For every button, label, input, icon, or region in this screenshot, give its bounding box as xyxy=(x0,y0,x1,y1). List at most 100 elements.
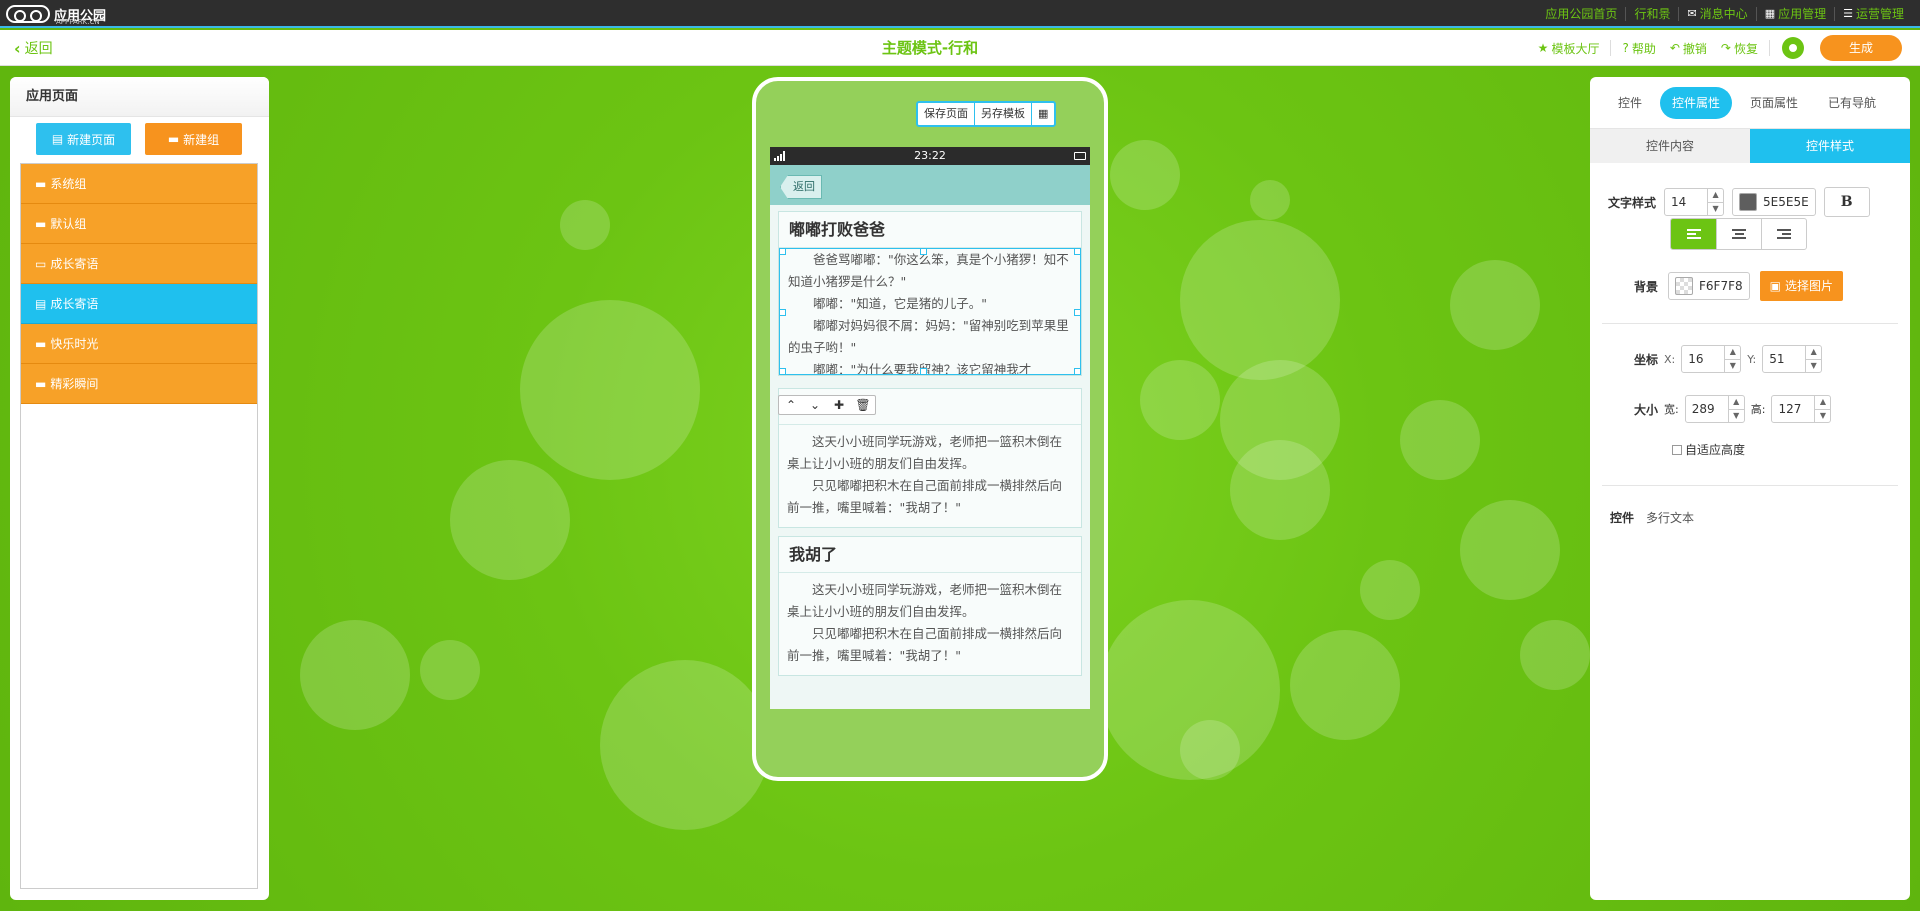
nav-app-manage-link[interactable]: ▦ 应用管理 xyxy=(1755,7,1834,21)
resize-handle[interactable] xyxy=(1074,249,1080,255)
save-template-button[interactable]: 另存模板 xyxy=(974,103,1031,125)
divider xyxy=(1610,40,1612,56)
subtab-style[interactable]: 控件样式 xyxy=(1750,129,1910,163)
x-stepper[interactable]: 16 ▲ ▼ xyxy=(1681,345,1742,373)
card-title: 我胡了 xyxy=(779,537,1081,573)
signal-icon xyxy=(774,151,785,161)
nav-scene-link[interactable]: 行和景 xyxy=(1625,7,1678,21)
redo-button[interactable]: ↷ 恢复 xyxy=(1714,40,1765,57)
page-tree-item[interactable]: ▬ 默认组 xyxy=(21,204,257,244)
bold-toggle[interactable]: B xyxy=(1823,187,1870,217)
text-style-label: 文字样式 xyxy=(1608,195,1657,210)
page-tree-item[interactable]: ▬ 系统组 xyxy=(21,164,257,204)
resize-handle[interactable] xyxy=(780,368,786,374)
properties-panel: 控件 控件属性 页面属性 已有导航 控件内容 控件样式 文字样式 14 ▲ ▼ 5… xyxy=(1590,77,1910,900)
undo-button[interactable]: ↶ 撤销 xyxy=(1663,40,1714,57)
logo-mark-icon xyxy=(6,5,50,23)
watermark: 头条号 / 木已成舟 xyxy=(1656,868,1900,901)
app-navbar: 返回 xyxy=(770,165,1090,205)
tab-control-properties[interactable]: 控件属性 xyxy=(1660,86,1733,119)
save-page-button[interactable]: 保存页面 xyxy=(918,103,974,125)
background-label: 背景 xyxy=(1634,279,1659,294)
image-icon: ▣ xyxy=(1769,279,1781,293)
resize-handle[interactable] xyxy=(780,309,786,316)
height-stepper[interactable]: 127 ▲ ▼ xyxy=(1771,395,1832,423)
generate-button[interactable]: 生成 xyxy=(1820,35,1902,61)
undo-icon: ↶ xyxy=(1669,41,1680,55)
folder-icon: ▬ xyxy=(35,336,47,351)
trash-icon[interactable]: 🗑 xyxy=(851,396,875,414)
control-label: 控件 xyxy=(1610,511,1635,525)
resize-handle[interactable] xyxy=(1074,309,1080,316)
pick-image-button[interactable]: ▣ 选择图片 xyxy=(1759,271,1843,301)
property-tabs: 控件 控件属性 页面属性 已有导航 xyxy=(1590,77,1910,129)
app-pages-panel: 应用页面 ▤ 新建页面 ▬ 新建组 ▬ 系统组 ▬ 默认组 ▭ 成长寄语 ▤ 成长寄语 ▬ 快… xyxy=(10,77,269,900)
move-up-icon[interactable]: ⌃ xyxy=(779,396,803,414)
align-left-button[interactable] xyxy=(1671,219,1716,249)
decrement-icon[interactable]: ▼ xyxy=(1729,410,1744,423)
resize-handle[interactable] xyxy=(780,249,786,255)
folder-icon: ▬ xyxy=(167,132,180,146)
folder-icon: ▬ xyxy=(35,176,47,191)
page-tree: ▬ 系统组 ▬ 默认组 ▭ 成长寄语 ▤ 成长寄语 ▬ 快乐时光 ▬ 精彩瞬间 xyxy=(20,163,258,889)
folder-open-icon: ▭ xyxy=(35,256,47,271)
divider xyxy=(1602,323,1898,324)
align-right-button[interactable] xyxy=(1761,219,1806,249)
font-color-picker[interactable]: 5E5E5E xyxy=(1732,188,1816,216)
move-down-icon[interactable]: ⌄ xyxy=(803,396,827,414)
tab-page-properties[interactable]: 页面属性 xyxy=(1738,87,1810,119)
element-mini-toolbar: ⌃ ⌄ ✚ 🗑 xyxy=(778,395,876,415)
top-nav: 应用公园首页 行和景 ✉ 消息中心 ▦ 应用管理 ☰ 运营管理 xyxy=(1537,0,1912,28)
nav-operations-link[interactable]: ☰ 运营管理 xyxy=(1834,7,1912,21)
nav-messages-link[interactable]: ✉ 消息中心 xyxy=(1678,7,1755,21)
page-tree-item[interactable]: ▭ 成长寄语 xyxy=(21,244,257,284)
card-title: 嘟嘟打败爸爸 xyxy=(779,212,1081,248)
new-page-button[interactable]: ▤ 新建页面 xyxy=(36,123,131,155)
property-subtabs: 控件内容 控件样式 xyxy=(1590,129,1910,163)
align-center-button[interactable] xyxy=(1716,219,1761,249)
width-stepper[interactable]: 289 ▲ ▼ xyxy=(1684,395,1745,423)
decrement-icon[interactable]: ▼ xyxy=(1806,360,1821,373)
increment-icon[interactable]: ▲ xyxy=(1815,396,1831,410)
decrement-icon[interactable]: ▼ xyxy=(1815,410,1830,423)
page-tree-item-active[interactable]: ▤ 成长寄语 xyxy=(21,284,257,324)
y-stepper[interactable]: 51 ▲ ▼ xyxy=(1762,345,1823,373)
decrement-icon[interactable]: ▼ xyxy=(1708,203,1723,216)
question-icon: ? xyxy=(1622,41,1629,55)
phone-screen: 23:22 返回 嘟嘟打败爸爸 爸爸骂嘟嘟："你这么笨，真是个小猪猡！知不知道小… xyxy=(770,147,1090,709)
page-tree-item[interactable]: ▬ 精彩瞬间 xyxy=(21,364,257,404)
divider xyxy=(1602,485,1898,486)
decrement-icon[interactable]: ▼ xyxy=(1725,360,1740,373)
resize-handle[interactable] xyxy=(920,249,927,255)
resize-handle[interactable] xyxy=(1074,368,1080,374)
increment-icon[interactable]: ▲ xyxy=(1725,346,1741,360)
increment-icon[interactable]: ▲ xyxy=(1806,346,1822,360)
status-bar: 23:22 xyxy=(770,147,1090,165)
grid-icon: ▦ xyxy=(1764,7,1776,20)
qrcode-icon[interactable]: ▦ xyxy=(1031,103,1054,125)
app-back-button[interactable]: 返回 xyxy=(780,175,822,199)
gear-icon[interactable] xyxy=(1782,37,1804,59)
tab-controls[interactable]: 控件 xyxy=(1606,87,1654,119)
background-color-picker[interactable]: F6F7F8 xyxy=(1668,272,1750,300)
file-icon: ▤ xyxy=(51,132,64,146)
page-tree-item[interactable]: ▬ 快乐时光 xyxy=(21,324,257,364)
text-card[interactable]: 我胡了 这天小小班同学玩游戏，老师把一篮积木倒在桌上让小小班的朋友们自由发挥。 … xyxy=(778,536,1082,676)
apppark-logo[interactable]: 应用公园 APPPARK.CN xyxy=(6,3,106,26)
clock: 23:22 xyxy=(914,149,946,162)
nav-home-link[interactable]: 应用公园首页 xyxy=(1537,7,1625,21)
auto-height-checkbox[interactable]: 自适应高度 xyxy=(1672,441,1745,458)
new-group-button[interactable]: ▬ 新建组 xyxy=(145,123,242,155)
subtab-content[interactable]: 控件内容 xyxy=(1590,129,1750,163)
text-card[interactable]: 嘟嘟打败爸爸 爸爸骂嘟嘟："你这么笨，真是个小猪猡！知不知道小猪猡是什么？" 嘟… xyxy=(778,211,1082,376)
tab-existing-nav[interactable]: 已有导航 xyxy=(1816,87,1888,119)
selected-multiline-text[interactable]: 爸爸骂嘟嘟："你这么笨，真是个小猪猡！知不知道小猪猡是什么？" 嘟嘟："知道，它… xyxy=(779,248,1081,375)
resize-handle[interactable] xyxy=(920,368,927,374)
help-button[interactable]: ? 帮助 xyxy=(1615,40,1662,57)
add-icon[interactable]: ✚ xyxy=(827,396,851,414)
template-hall-button[interactable]: ★ 模板大厅 xyxy=(1531,40,1607,57)
size-label: 大小 xyxy=(1634,402,1659,417)
font-size-stepper[interactable]: 14 ▲ ▼ xyxy=(1664,188,1725,216)
increment-icon[interactable]: ▲ xyxy=(1728,396,1744,410)
increment-icon[interactable]: ▲ xyxy=(1708,189,1724,203)
